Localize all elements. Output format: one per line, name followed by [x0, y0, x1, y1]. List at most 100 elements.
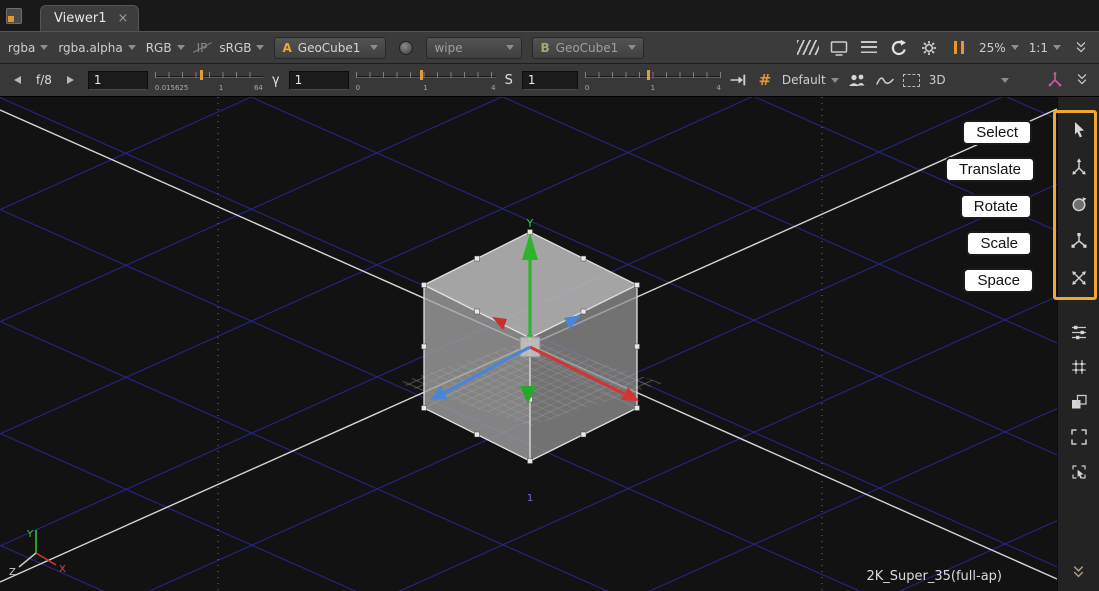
scene-canvas[interactable]: Y 1 Y X Z	[0, 97, 1057, 591]
gizmo-mode-button[interactable]	[1045, 68, 1065, 92]
prev-stop-button[interactable]	[7, 68, 27, 92]
wipe-pattern-button[interactable]	[797, 36, 819, 60]
main-area: Y 1 Y X Z 2K_Super_35(full-ap)	[0, 97, 1099, 591]
chevron-down-icon	[506, 45, 514, 50]
display-mode-dropdown[interactable]: RGB	[146, 41, 185, 55]
alpha-layer-dropdown[interactable]: rgba.alpha	[58, 41, 135, 55]
gain-input[interactable]: 1	[88, 71, 148, 90]
channels-dropdown[interactable]: rgba	[8, 41, 48, 55]
tab-close-icon[interactable]: ×	[117, 12, 128, 25]
wave-icon	[875, 73, 895, 87]
frame-cursor-icon	[1069, 462, 1089, 482]
chevron-down-icon	[1053, 45, 1061, 50]
jump-to-end-icon	[729, 73, 747, 87]
pane-menu-icon[interactable]	[6, 8, 22, 24]
exposure-toolbar: f/8 1 0.015625164 γ 1 014 S 1	[0, 64, 1099, 97]
chevron-down-icon	[256, 45, 264, 50]
tab-bar: Viewer1 ×	[0, 0, 1099, 31]
viewer-toolbar: rgba rgba.alpha RGB IP sRGB A GeoCube1 w…	[0, 31, 1099, 64]
occlusion-button[interactable]	[846, 68, 868, 92]
list-button[interactable]	[859, 36, 879, 60]
marquee-icon	[903, 74, 920, 87]
input-a-dropdown[interactable]: A GeoCube1	[274, 37, 386, 59]
saturation-slider[interactable]: 014	[585, 67, 721, 93]
wipe-mode-dropdown[interactable]: wipe	[426, 37, 522, 59]
saturation-input[interactable]: 1	[522, 71, 578, 90]
saturation-label: S	[505, 73, 513, 88]
view-mode-dropdown[interactable]: 3D	[929, 73, 1009, 87]
chevron-down-icon	[628, 45, 636, 50]
input-b-dropdown[interactable]: B GeoCube1	[532, 37, 644, 59]
zoom-dropdown[interactable]: 25%	[979, 41, 1019, 55]
chevron-down-icon	[1011, 45, 1019, 50]
gear-icon	[919, 38, 939, 58]
translate-tool-button[interactable]	[1063, 151, 1095, 183]
curve-button[interactable]	[875, 68, 895, 92]
triangle-right-icon	[67, 76, 74, 84]
callout-select: Select	[962, 120, 1032, 145]
gain-slider[interactable]: 0.015625164	[155, 67, 263, 93]
marquee-select-button[interactable]	[902, 68, 922, 92]
saturation-slider-handle[interactable]	[647, 70, 650, 80]
scale-tool-button[interactable]	[1063, 225, 1095, 257]
face-selection-button[interactable]	[1063, 387, 1095, 417]
viewport-3d[interactable]: Y 1 Y X Z 2K_Super_35(full-ap)	[0, 97, 1057, 591]
rotate-tool-button[interactable]	[1063, 188, 1095, 220]
callout-scale: Scale	[966, 231, 1032, 256]
frame-brackets-icon	[1069, 427, 1089, 447]
list-icon	[861, 41, 877, 54]
selection-mode-button[interactable]	[1063, 317, 1095, 347]
fstop-label: f/8	[36, 73, 52, 87]
collapse-sidebar-button[interactable]	[1063, 557, 1095, 587]
tab-title: Viewer1	[54, 11, 106, 26]
object-selection-button[interactable]	[1063, 422, 1095, 452]
people-icon	[846, 72, 868, 88]
dial-icon	[399, 41, 413, 55]
input-a-node: GeoCube1	[298, 41, 365, 55]
settings-button[interactable]	[919, 36, 939, 60]
select-tool-button[interactable]	[1063, 114, 1095, 146]
refresh-icon	[889, 38, 909, 58]
axis-y-label: Y	[26, 529, 34, 540]
space-tool-button[interactable]	[1063, 262, 1095, 294]
next-stop-button[interactable]	[61, 68, 81, 92]
chevron-down-icon	[177, 45, 185, 50]
goto-input-button[interactable]	[728, 68, 748, 92]
grid-unit-label: 1	[527, 493, 533, 504]
axis-x-label: X	[59, 564, 66, 575]
input-b-node: GeoCube1	[556, 41, 623, 55]
rotate-icon	[1069, 194, 1089, 214]
handles-list-icon	[1069, 322, 1089, 342]
gamma-slider-handle[interactable]	[420, 70, 423, 80]
vertex-selection-button[interactable]	[1063, 352, 1095, 382]
grid-toggle-button[interactable]: #	[755, 68, 775, 92]
stripes-icon	[797, 40, 819, 55]
chevron-down-icon	[1001, 78, 1009, 83]
viewer-sidebar	[1057, 97, 1099, 591]
viewer-lut-dropdown[interactable]: sRGB	[219, 41, 264, 55]
pause-button[interactable]	[949, 36, 969, 60]
gain-slider-handle[interactable]	[200, 70, 203, 80]
downrez-dropdown[interactable]: Default	[782, 73, 839, 87]
collapse-exposure-button[interactable]	[1072, 68, 1092, 92]
scale-icon	[1069, 231, 1089, 251]
chevron-down-icon	[40, 45, 48, 50]
proxy-dropdown[interactable]: 1:1	[1029, 41, 1061, 55]
chevron-down-icon	[128, 45, 136, 50]
collapse-toolbar-button[interactable]	[1071, 36, 1091, 60]
ab-blend-dial[interactable]	[396, 36, 416, 60]
double-chevron-down-icon	[1073, 40, 1089, 56]
callout-space: Space	[963, 268, 1034, 293]
frame-selection-button[interactable]	[1063, 457, 1095, 487]
gamma-input[interactable]: 1	[289, 71, 349, 90]
chevron-down-icon	[831, 78, 839, 83]
gamma-slider[interactable]: 014	[356, 67, 496, 93]
tab-viewer1[interactable]: Viewer1 ×	[40, 5, 139, 31]
input-process-toggle[interactable]: IP	[195, 41, 210, 55]
viewer-window: Viewer1 × rgba rgba.alpha RGB IP sRGB A …	[0, 0, 1099, 591]
callout-rotate: Rotate	[960, 194, 1032, 219]
double-chevron-down-icon	[1070, 564, 1087, 581]
monitor-out-button[interactable]	[829, 36, 849, 60]
refresh-button[interactable]	[889, 36, 909, 60]
input-b-letter: B	[540, 41, 549, 55]
